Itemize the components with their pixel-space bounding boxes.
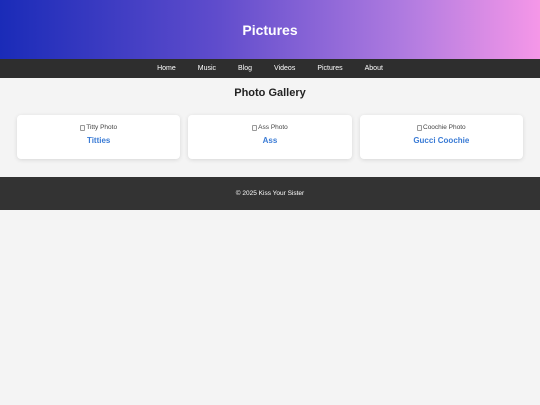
gallery-card[interactable]: Coochie Photo Gucci Coochie (359, 115, 523, 159)
gallery-grid: Titty Photo Titties Ass Photo Ass Coochi… (0, 115, 540, 159)
nav-link-about[interactable]: About (365, 65, 383, 72)
main-nav: Home Music Blog Videos Pictures About (0, 59, 540, 78)
footer-copyright: © 2025 Kiss Your Sister (235, 190, 305, 197)
broken-image-icon (252, 124, 258, 131)
nav-link-home[interactable]: Home (157, 65, 176, 72)
site-footer: © 2025 Kiss Your Sister (0, 177, 540, 210)
gallery-card[interactable]: Titty Photo Titties (17, 115, 181, 159)
card-title[interactable]: Gucci Coochie (413, 136, 469, 145)
card-title[interactable]: Titties (87, 136, 110, 145)
nav-link-videos[interactable]: Videos (274, 65, 295, 72)
gallery-card[interactable]: Ass Photo Ass (188, 115, 352, 159)
image-alt-text: Ass Photo (258, 124, 288, 131)
broken-image-icon (80, 124, 86, 131)
image-alt-text: Titty Photo (86, 124, 118, 131)
broken-image-icon (417, 124, 422, 131)
broken-image[interactable]: Titty Photo (80, 123, 117, 132)
gallery-heading: Photo Gallery (234, 87, 306, 99)
nav-link-music[interactable]: Music (198, 65, 216, 72)
page-title: Pictures (242, 21, 298, 38)
site-header: Pictures (0, 0, 540, 59)
nav-link-pictures[interactable]: Pictures (317, 65, 342, 72)
broken-image[interactable]: Coochie Photo (417, 123, 466, 132)
card-title[interactable]: Ass (263, 136, 278, 145)
image-alt-text: Coochie Photo (423, 124, 466, 131)
broken-image[interactable]: Ass Photo (252, 123, 288, 132)
nav-link-blog[interactable]: Blog (238, 65, 252, 72)
